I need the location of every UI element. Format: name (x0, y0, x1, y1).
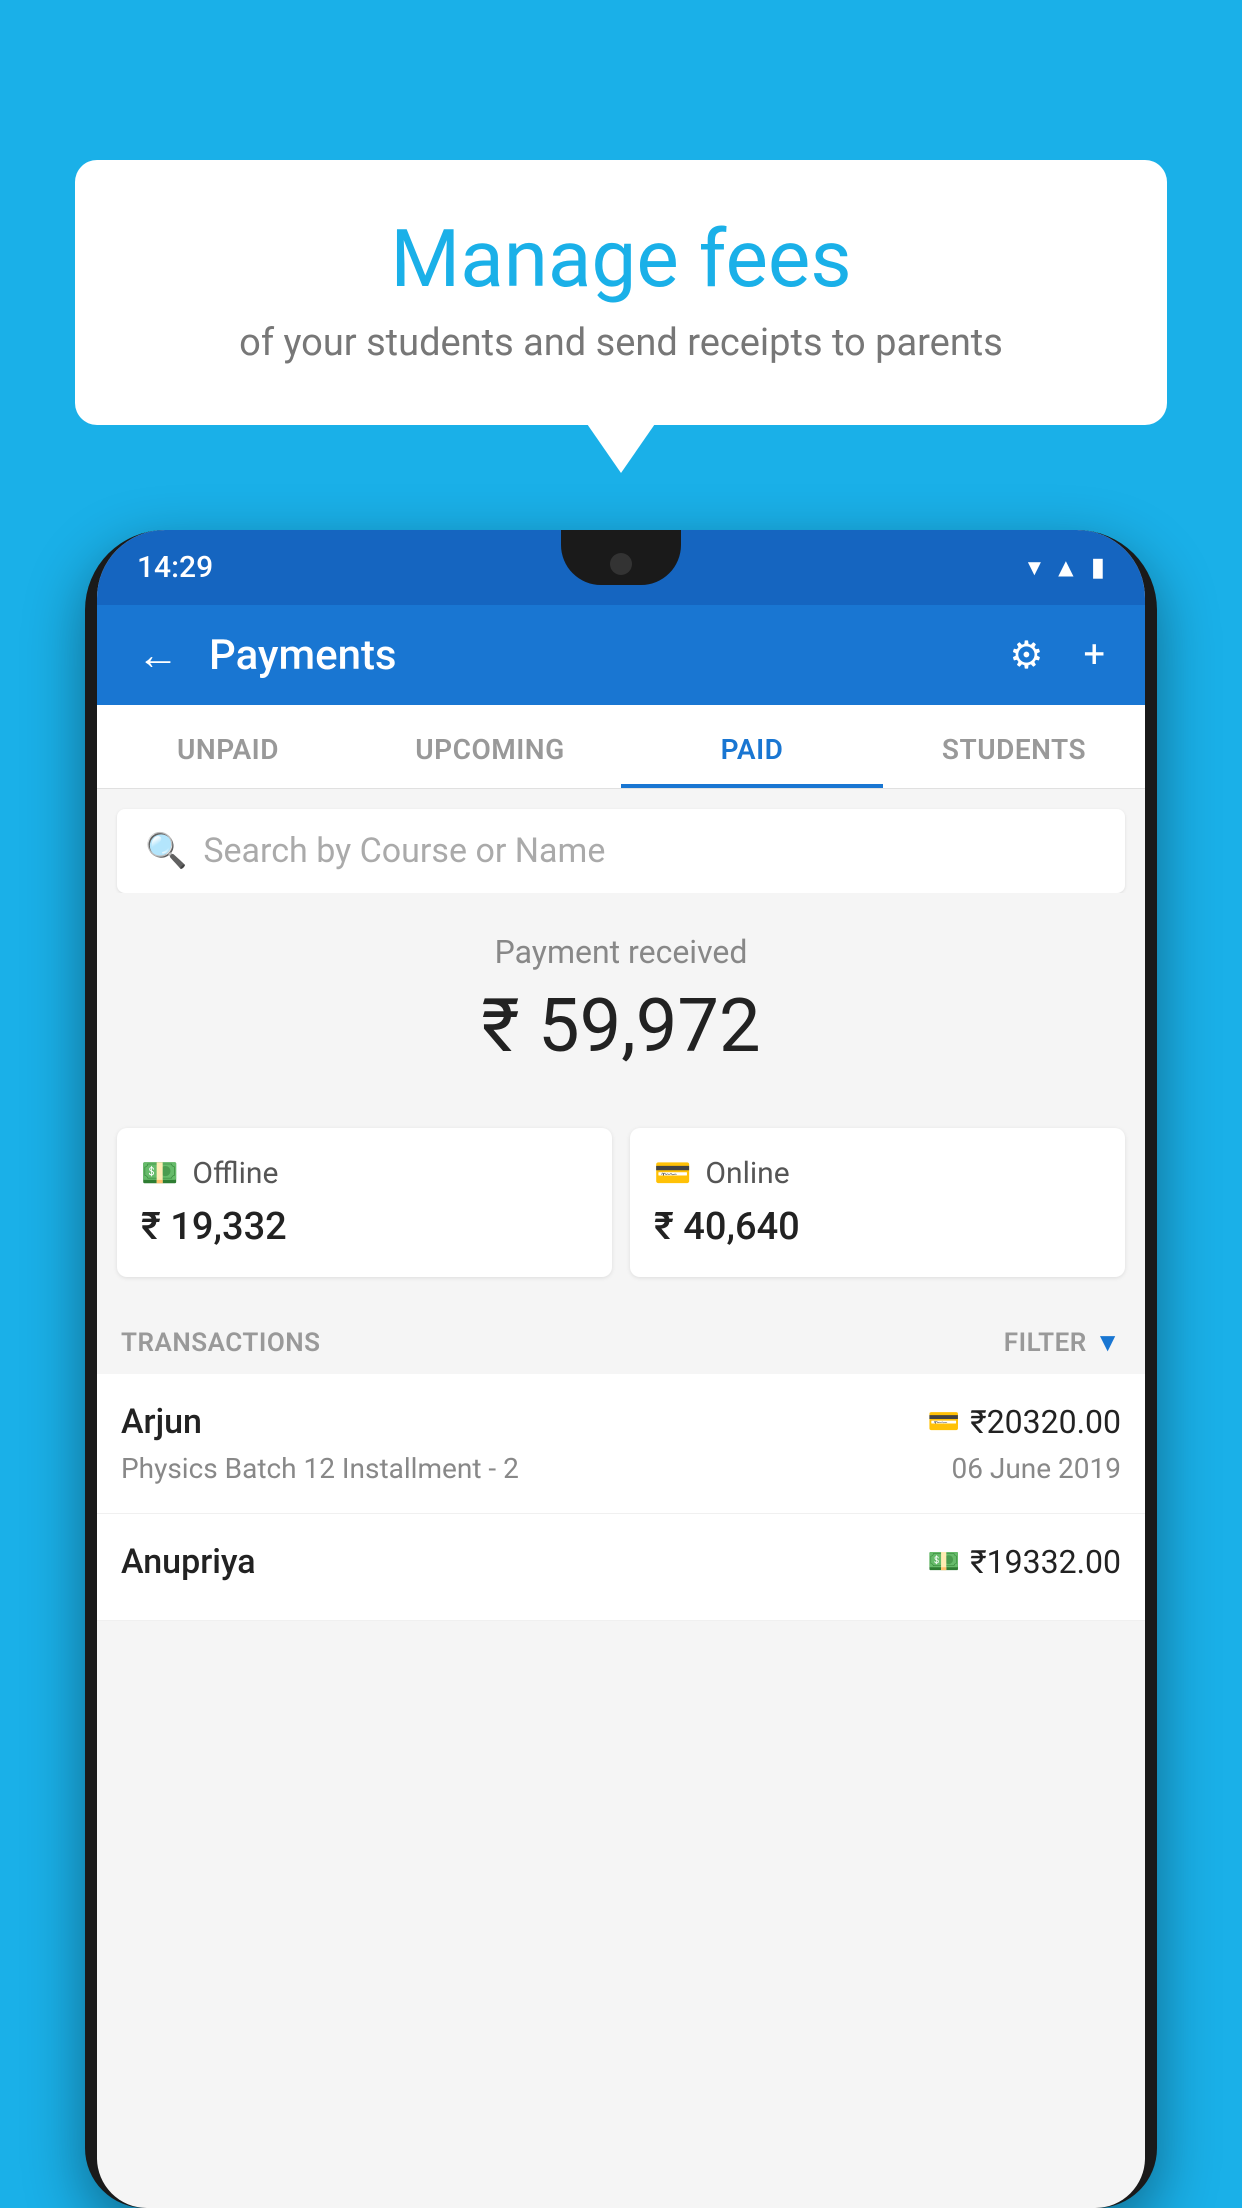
offline-card: 💵 Offline ₹ 19,332 (117, 1128, 612, 1277)
online-amount: ₹ 40,640 (654, 1205, 1101, 1249)
toolbar-title: Payments (209, 631, 979, 680)
table-row[interactable]: Anupriya 💵 ₹19332.00 (97, 1514, 1145, 1621)
add-button[interactable]: + (1073, 623, 1115, 687)
search-bar[interactable]: 🔍 Search by Course or Name (117, 809, 1125, 893)
speech-bubble-container: Manage fees of your students and send re… (75, 160, 1167, 425)
tab-bar: UNPAID UPCOMING PAID STUDENTS (97, 705, 1145, 789)
tab-unpaid[interactable]: UNPAID (97, 705, 359, 788)
transaction-date: 06 June 2019 (951, 1452, 1121, 1485)
online-card: 💳 Online ₹ 40,640 (630, 1128, 1125, 1277)
phone-inner: 14:29 ▾ ▲ ▮ ← Payments ⚙ + UNP (97, 530, 1145, 2208)
status-bar: 14:29 ▾ ▲ ▮ (97, 530, 1145, 605)
transaction-top-anupriya: Anupriya 💵 ₹19332.00 (121, 1542, 1121, 1582)
card-icon: 💳 (654, 1156, 691, 1191)
cash-icon: 💵 (141, 1156, 178, 1191)
status-icons: ▾ ▲ ▮ (1028, 552, 1105, 583)
table-row[interactable]: Arjun 💳 ₹20320.00 Physics Batch 12 Insta… (97, 1374, 1145, 1514)
payment-received-label: Payment received (117, 933, 1125, 971)
transaction-bottom-arjun: Physics Batch 12 Installment - 2 06 June… (121, 1452, 1121, 1485)
tab-paid[interactable]: PAID (621, 705, 883, 788)
online-card-header: 💳 Online (654, 1156, 1101, 1191)
offline-card-header: 💵 Offline (141, 1156, 588, 1191)
transaction-course: Physics Batch 12 Installment - 2 (121, 1452, 519, 1485)
transaction-amount-value: ₹20320.00 (970, 1403, 1121, 1441)
offline-amount: ₹ 19,332 (141, 1205, 588, 1249)
offline-label: Offline (192, 1156, 278, 1191)
transactions-header: TRANSACTIONS FILTER ▼ (97, 1307, 1145, 1374)
transaction-list: Arjun 💳 ₹20320.00 Physics Batch 12 Insta… (97, 1374, 1145, 1621)
bubble-subtitle: of your students and send receipts to pa… (135, 321, 1107, 365)
back-button[interactable]: ← (127, 621, 189, 690)
transaction-amount: 💵 ₹19332.00 (928, 1543, 1121, 1581)
battery-icon: ▮ (1091, 553, 1105, 583)
filter-label: FILTER (1004, 1328, 1087, 1358)
camera (610, 553, 632, 575)
signal-icon: ▲ (1053, 552, 1079, 583)
payment-summary: Payment received ₹ 59,972 (97, 893, 1145, 1128)
transactions-label: TRANSACTIONS (121, 1328, 321, 1358)
app-toolbar: ← Payments ⚙ + (97, 605, 1145, 705)
payment-cards: 💵 Offline ₹ 19,332 💳 Online ₹ 40,640 (97, 1128, 1145, 1307)
transaction-top-arjun: Arjun 💳 ₹20320.00 (121, 1402, 1121, 1442)
app-body: 🔍 Search by Course or Name Payment recei… (97, 789, 1145, 1621)
status-time: 14:29 (137, 550, 213, 585)
search-input[interactable]: Search by Course or Name (203, 831, 605, 871)
phone-screen: 14:29 ▾ ▲ ▮ ← Payments ⚙ + UNP (97, 530, 1145, 2208)
cash-payment-icon: 💵 (928, 1547, 960, 1577)
search-icon: 🔍 (145, 831, 187, 871)
phone-frame: 14:29 ▾ ▲ ▮ ← Payments ⚙ + UNP (85, 530, 1157, 2208)
card-payment-icon: 💳 (928, 1407, 960, 1437)
notch (561, 530, 681, 585)
wifi-icon: ▾ (1028, 553, 1041, 583)
tab-upcoming[interactable]: UPCOMING (359, 705, 621, 788)
filter-button[interactable]: FILTER ▼ (1004, 1327, 1121, 1358)
online-label: Online (705, 1156, 789, 1191)
tab-students[interactable]: STUDENTS (883, 705, 1145, 788)
transaction-name: Arjun (121, 1402, 202, 1442)
transaction-amount-value: ₹19332.00 (970, 1543, 1121, 1581)
filter-icon: ▼ (1095, 1327, 1121, 1358)
bubble-title: Manage fees (135, 215, 1107, 303)
payment-total: ₹ 59,972 (117, 983, 1125, 1070)
transaction-name: Anupriya (121, 1542, 256, 1582)
transaction-amount: 💳 ₹20320.00 (928, 1403, 1121, 1441)
settings-button[interactable]: ⚙ (999, 623, 1053, 688)
speech-bubble: Manage fees of your students and send re… (75, 160, 1167, 425)
